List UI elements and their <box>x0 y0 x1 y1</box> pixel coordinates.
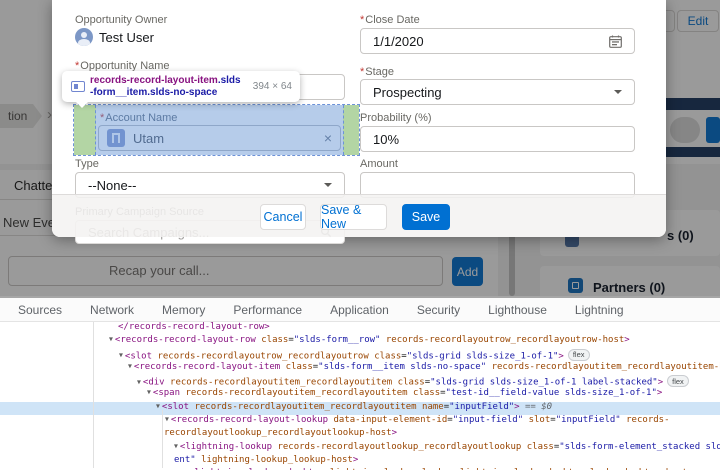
modal-footer: Cancel Save & New Save <box>52 194 666 237</box>
calendar-icon[interactable] <box>609 35 622 48</box>
inspect-tooltip-dimensions: 394 × 64 <box>253 81 292 92</box>
close-date-input[interactable]: 1/1/2020 <box>360 28 635 54</box>
devtools-tab-security[interactable]: Security <box>407 303 470 317</box>
dom-tree-row[interactable]: ▼<lightning-lookup records-recordlayoutl… <box>0 442 720 455</box>
new-opportunity-modal: Opportunity Owner Test User *Close Date … <box>52 0 666 237</box>
devtools-panel: Sources Network Memory Performance Applicati… <box>0 296 720 471</box>
account-name-field-highlighted: *Account Name Utam × <box>73 104 360 156</box>
devtools-tab-application[interactable]: Application <box>320 303 399 317</box>
expand-arrow-icon[interactable]: ▼ <box>109 335 113 343</box>
dom-tree-row[interactable]: ▼<div records-recordlayoutitem_recordlay… <box>0 375 720 388</box>
flex-badge[interactable]: flex <box>667 375 689 387</box>
probability-input[interactable]: 10% <box>360 126 635 152</box>
devtools-tabbar: Sources Network Memory Performance Applicati… <box>0 298 720 322</box>
account-name-label: *Account Name <box>100 112 177 124</box>
devtools-tree: </records-record-layout-row>▼<records-re… <box>0 322 720 470</box>
dom-tree-row[interactable]: ▼<slot records-recordlayoutrow_recordlay… <box>0 349 720 362</box>
dom-tree-row[interactable]: ent" lightning-lookup_lookup-host> <box>0 455 720 468</box>
dom-tree-row-selected[interactable]: ▼<slot records-recordlayoutitem_recordla… <box>0 402 720 415</box>
padding-highlight-left <box>74 105 96 155</box>
devtools-tab-sources[interactable]: Sources <box>8 303 72 317</box>
chevron-down-icon <box>614 90 622 94</box>
chevron-down-icon <box>324 183 332 187</box>
expand-arrow-icon[interactable]: ▼ <box>165 415 169 423</box>
dom-tree-row[interactable]: ▼<records-record-layout-lookup data-inpu… <box>0 415 720 428</box>
close-date-label: *Close Date <box>360 14 420 26</box>
dom-tree-row[interactable]: ▼<records-record-layout-item class="slds… <box>0 362 720 375</box>
padding-highlight-right <box>343 105 359 155</box>
expand-arrow-icon[interactable]: ▼ <box>156 402 160 410</box>
dom-tree-row[interactable]: </records-record-layout-row> <box>0 322 720 335</box>
expand-arrow-icon[interactable]: ▼ <box>147 388 151 396</box>
inspect-tooltip: records-record-layout-item.slds -form__i… <box>62 71 300 102</box>
inspect-tooltip-selector: records-record-layout-item.slds -form__i… <box>90 75 241 98</box>
opportunity-owner-value: Test User <box>75 28 154 46</box>
stage-select[interactable]: Prospecting <box>360 79 635 105</box>
element-icon <box>71 81 85 92</box>
devtools-tab-performance[interactable]: Performance <box>223 303 312 317</box>
indent-guide <box>93 322 94 468</box>
save-and-new-button[interactable]: Save & New <box>320 204 387 230</box>
dom-tree-row[interactable]: ▼<records-record-layout-row class="slds-… <box>0 335 720 348</box>
expand-arrow-icon[interactable]: ▼ <box>137 378 141 386</box>
expand-arrow-icon[interactable]: ▼ <box>128 362 132 370</box>
dom-tree-row[interactable]: ▼<lightning-lookup-desktop lightning-loo… <box>0 468 720 470</box>
dom-tree-row[interactable]: recordlayoutlookup_recordlayoutlookup-ho… <box>0 428 720 441</box>
opportunity-owner-label: Opportunity Owner <box>75 14 167 26</box>
account-lookup-icon <box>107 129 125 147</box>
save-button[interactable]: Save <box>402 204 450 230</box>
expand-arrow-icon[interactable]: ▼ <box>119 351 123 359</box>
dom-tree-row[interactable]: ▼<span records-recordlayoutitem_recordla… <box>0 388 720 401</box>
tooltip-tail <box>76 102 88 108</box>
devtools-tab-lighthouse[interactable]: Lighthouse <box>478 303 557 317</box>
expand-arrow-icon[interactable]: ▼ <box>174 442 178 450</box>
screenshot-root: tion › Edit Chatter New Even Recap your … <box>0 0 720 471</box>
amount-label: Amount <box>360 158 398 170</box>
probability-label: Probability (%) <box>360 112 432 124</box>
stage-label: *Stage <box>360 66 394 78</box>
type-label: Type <box>75 158 99 170</box>
expand-arrow-icon[interactable]: ▼ <box>183 468 187 470</box>
devtools-tab-lightning[interactable]: Lightning <box>565 303 634 317</box>
user-avatar <box>75 28 93 46</box>
cancel-button[interactable]: Cancel <box>260 204 306 230</box>
account-name-lookup-input[interactable]: Utam × <box>98 125 341 151</box>
devtools-tab-memory[interactable]: Memory <box>152 303 215 317</box>
clear-icon[interactable]: × <box>324 130 332 146</box>
devtools-tab-network[interactable]: Network <box>80 303 144 317</box>
flex-badge[interactable]: flex <box>568 349 590 361</box>
indent-guide <box>162 410 163 468</box>
